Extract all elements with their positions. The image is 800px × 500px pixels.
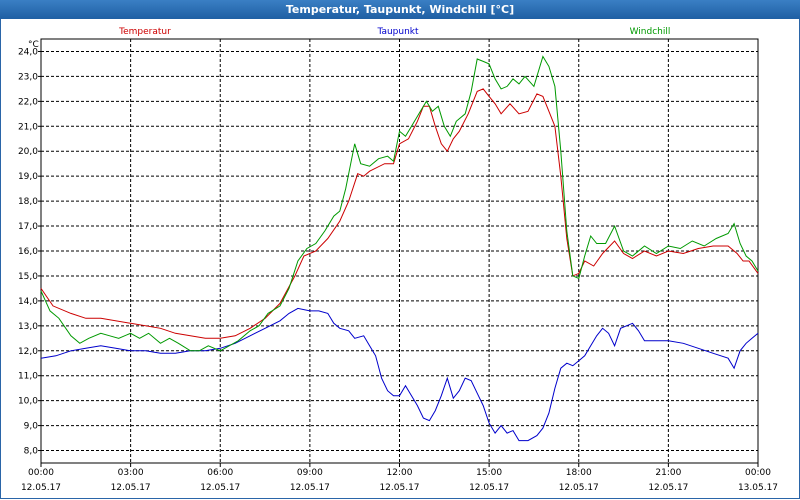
x-tick-time: 12:00 [387, 468, 413, 478]
x-tick-date: 12.05.17 [648, 483, 688, 493]
y-tick-label: 23,0 [18, 72, 38, 82]
y-tick-label: 21,0 [18, 122, 38, 132]
y-tick-label: 18,0 [18, 197, 38, 207]
y-tick-label: 15,0 [18, 272, 38, 282]
x-tick-time: 15:00 [476, 468, 502, 478]
x-tick-time: 09:00 [297, 468, 323, 478]
x-tick-date: 12.05.17 [559, 483, 599, 493]
x-tick-date: 12.05.17 [379, 483, 419, 493]
y-tick-label: 14,0 [18, 297, 38, 307]
legend-taupunkt: Taupunkt [376, 27, 419, 37]
legend: Temperatur Taupunkt Windchill [118, 27, 670, 37]
x-tick-date: 12.05.17 [200, 483, 240, 493]
y-tick-label: 19,0 [18, 172, 38, 182]
x-tick-time: 21:00 [655, 468, 681, 478]
y-tick-label: 17,0 [18, 222, 38, 232]
x-tick-time: 00:00 [745, 468, 771, 478]
legend-windchill: Windchill [630, 27, 671, 37]
y-tick-label: 8,0 [24, 447, 39, 457]
legend-temperatur: Temperatur [118, 27, 171, 37]
y-tick-label: 16,0 [18, 247, 38, 257]
chart-canvas: °C Temperatur Taupunkt Windchill 8,09,010,… [18, 27, 778, 493]
x-tick-time: 18:00 [566, 468, 592, 478]
x-tick-time: 00:00 [28, 468, 54, 478]
y-tick-label: 9,0 [24, 422, 39, 432]
x-tick-date: 12.05.17 [21, 483, 61, 493]
y-tick-label: 11,0 [18, 372, 38, 382]
y-tick-label: 13,0 [18, 322, 38, 332]
y-tick-label: 24,0 [18, 47, 38, 57]
x-tick-date: 12.05.17 [111, 483, 151, 493]
x-tick-date: 13.05.17 [738, 483, 778, 493]
x-tick-date: 12.05.17 [290, 483, 330, 493]
y-tick-label: 22,0 [18, 97, 38, 107]
x-tick-labels: 00:00 12.05.17 03:00 12.05.17 06:00 12.05.17 0… [21, 468, 778, 493]
x-tick-date: 12.05.17 [469, 483, 509, 493]
y-tick-label: 12,0 [18, 347, 38, 357]
y-tick-labels: 8,0 9,0 10,0 11,0 12,0 13,0 14,0 15,0 16,0 17,0 18… [18, 47, 38, 456]
x-tick-time: 06:00 [207, 468, 233, 478]
y-tick-label: 10,0 [18, 397, 38, 407]
x-tick-time: 03:00 [118, 468, 144, 478]
y-tick-label: 20,0 [18, 147, 38, 157]
window-title: Temperatur, Taupunkt, Windchill [°C] [0, 0, 800, 19]
